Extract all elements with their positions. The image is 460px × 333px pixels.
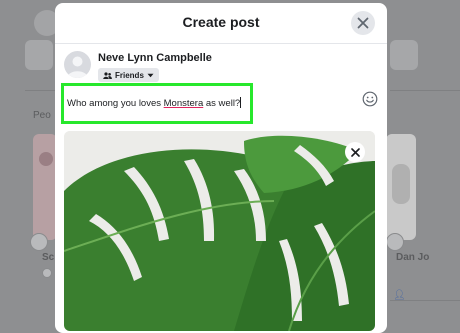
emoji-icon — [362, 91, 378, 107]
monstera-photo — [64, 131, 375, 331]
emoji-button[interactable] — [362, 91, 378, 107]
audience-selector[interactable]: Friends — [98, 68, 159, 82]
close-icon — [350, 147, 360, 157]
post-text-spellcheck-word: Monstera — [163, 98, 204, 109]
remove-photo-button[interactable] — [345, 142, 365, 162]
background-divider — [390, 90, 460, 91]
background-small-icon — [42, 268, 52, 278]
text-cursor — [240, 97, 242, 108]
background-card-label: Dan Jo — [396, 252, 430, 263]
audience-label: Friends — [115, 70, 144, 80]
friends-icon — [103, 71, 112, 79]
background-story-card — [386, 134, 416, 240]
close-button[interactable] — [351, 11, 375, 35]
background-card-label: Sc — [42, 252, 55, 263]
create-post-dialog: Create post Neve Lynn Campbelle Friends … — [55, 3, 387, 333]
background-story-card — [33, 134, 57, 240]
close-icon — [357, 17, 369, 29]
photo-preview — [64, 131, 375, 331]
user-name: Neve Lynn Campbelle — [98, 52, 212, 64]
dialog-header: Create post — [55, 3, 387, 44]
background-divider — [25, 90, 55, 91]
background-divider — [390, 300, 460, 301]
post-text-end: as well? — [203, 98, 241, 109]
post-text: Who among you loves — [67, 98, 164, 109]
avatar — [64, 51, 91, 78]
post-text-input[interactable]: Who among you loves Monstera as well? — [61, 83, 253, 124]
background-card — [25, 40, 53, 70]
chevron-down-icon — [147, 73, 154, 77]
background-card — [390, 40, 418, 70]
background-section-label: Peo — [33, 110, 51, 121]
background-story-avatar — [30, 233, 48, 251]
dialog-title: Create post — [182, 14, 260, 30]
background-story-avatar — [386, 233, 404, 251]
